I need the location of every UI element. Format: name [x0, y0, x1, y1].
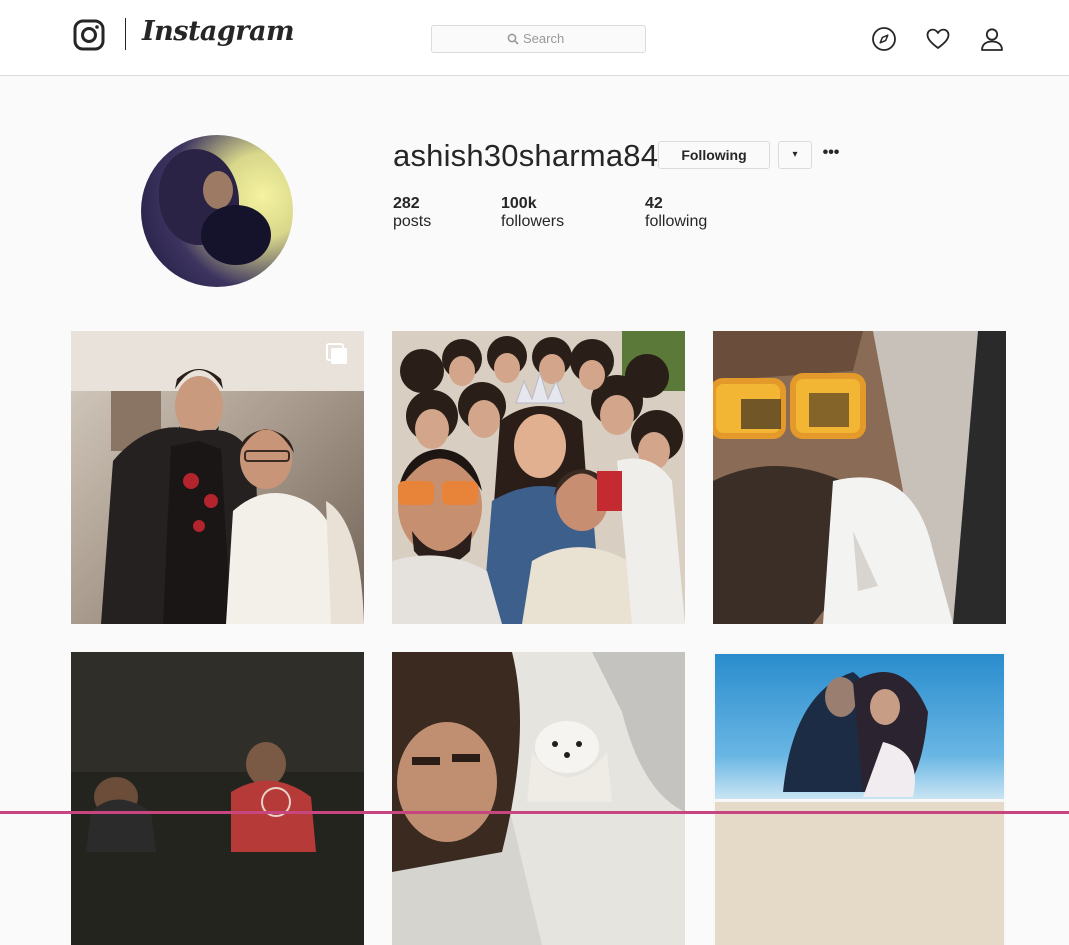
user-icon[interactable]	[979, 26, 1005, 52]
search-icon	[507, 33, 519, 45]
post-image	[392, 652, 685, 945]
carousel-icon	[326, 343, 347, 364]
post-tile[interactable]	[392, 331, 685, 624]
avatar-figure-2	[201, 205, 271, 265]
following-count: 42	[645, 195, 663, 212]
post-tile[interactable]	[713, 331, 1006, 624]
post-tile[interactable]	[71, 331, 364, 624]
posts-stat: 282 posts	[393, 195, 431, 231]
post-image	[713, 331, 1006, 624]
followers-count: 100k	[501, 195, 537, 212]
top-navigation-bar: Instagram Search	[0, 0, 1069, 76]
profile-avatar[interactable]	[141, 135, 293, 287]
avatar-face	[203, 171, 233, 209]
instagram-glyph-icon[interactable]	[73, 19, 105, 51]
search-placeholder: Search	[523, 31, 565, 46]
compass-icon[interactable]	[871, 26, 897, 52]
more-options-button[interactable]: •••	[820, 143, 842, 167]
post-image	[71, 331, 364, 624]
post-image	[713, 652, 1006, 945]
profile-username: ashish30sharma84	[393, 138, 659, 173]
followers-label: followers	[501, 213, 565, 230]
logo-divider	[125, 18, 126, 50]
followers-stat[interactable]: 100k followers	[501, 195, 564, 231]
following-label: following	[645, 213, 708, 230]
following-button[interactable]: Following	[658, 141, 770, 169]
following-stat[interactable]: 42 following	[645, 195, 707, 231]
post-image	[71, 652, 364, 945]
posts-label: posts	[393, 213, 432, 230]
posts-count: 282	[393, 195, 420, 212]
suggested-dropdown-button[interactable]: ▾	[778, 141, 812, 169]
post-tile[interactable]	[392, 652, 685, 945]
post-image	[392, 331, 685, 624]
post-tile[interactable]	[71, 652, 364, 945]
post-tile[interactable]	[713, 652, 1006, 945]
search-input[interactable]: Search	[431, 25, 646, 53]
instagram-wordmark[interactable]: Instagram	[142, 16, 295, 47]
heart-icon[interactable]	[925, 26, 951, 52]
